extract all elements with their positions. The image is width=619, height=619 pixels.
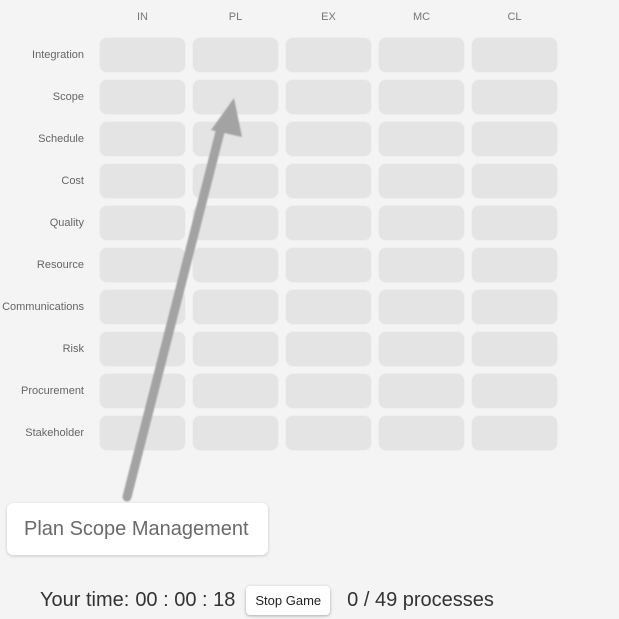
drop-cell-resource-in[interactable] bbox=[100, 248, 185, 282]
row-label-cost: Cost bbox=[61, 175, 84, 187]
drop-cell-risk-mc[interactable] bbox=[379, 332, 464, 366]
drop-cell-stakeholder-ex[interactable] bbox=[286, 416, 371, 450]
drop-cell-risk-pl[interactable] bbox=[193, 332, 278, 366]
stop-game-button[interactable]: Stop Game bbox=[246, 586, 331, 615]
drop-cell-integration-mc[interactable] bbox=[379, 38, 464, 72]
drop-cell-resource-ex[interactable] bbox=[286, 248, 371, 282]
drop-cell-schedule-ex[interactable] bbox=[286, 122, 371, 156]
drop-cell-procurement-cl[interactable] bbox=[472, 374, 557, 408]
drop-cell-schedule-cl[interactable] bbox=[472, 122, 557, 156]
row-label-procurement: Procurement bbox=[21, 385, 84, 397]
footer: Your time: 00 : 00 : 18 Stop Game 0 / 49… bbox=[40, 586, 494, 615]
drop-cell-communications-mc[interactable] bbox=[379, 290, 464, 324]
drop-cell-stakeholder-in[interactable] bbox=[100, 416, 185, 450]
drop-cell-integration-in[interactable] bbox=[100, 38, 185, 72]
time-value: 00 : 00 : 18 bbox=[135, 589, 236, 611]
drop-cell-resource-mc[interactable] bbox=[379, 248, 464, 282]
column-header-ex: EX bbox=[321, 11, 336, 23]
drop-cell-communications-pl[interactable] bbox=[193, 290, 278, 324]
column-header-pl: PL bbox=[228, 11, 243, 23]
drop-cell-communications-in[interactable] bbox=[100, 290, 185, 324]
row-label-integration: Integration bbox=[32, 49, 84, 61]
drop-cell-procurement-mc[interactable] bbox=[379, 374, 464, 408]
drop-cell-resource-pl[interactable] bbox=[193, 248, 278, 282]
drop-cell-stakeholder-cl[interactable] bbox=[472, 416, 557, 450]
drop-cell-quality-cl[interactable] bbox=[472, 206, 557, 240]
drop-cell-cost-cl[interactable] bbox=[472, 164, 557, 198]
drop-cell-procurement-ex[interactable] bbox=[286, 374, 371, 408]
row-label-quality: Quality bbox=[49, 217, 84, 229]
drop-cell-schedule-pl[interactable] bbox=[193, 122, 278, 156]
drop-cell-scope-in[interactable] bbox=[100, 80, 185, 114]
row-label-schedule: Schedule bbox=[38, 133, 84, 145]
drop-cell-quality-in[interactable] bbox=[100, 206, 185, 240]
drop-cell-scope-pl[interactable] bbox=[193, 80, 278, 114]
drop-cell-integration-ex[interactable] bbox=[286, 38, 371, 72]
drop-cell-risk-ex[interactable] bbox=[286, 332, 371, 366]
drop-cell-communications-cl[interactable] bbox=[472, 290, 557, 324]
row-label-risk: Risk bbox=[62, 343, 84, 355]
drop-cell-stakeholder-pl[interactable] bbox=[193, 416, 278, 450]
column-header-mc: MC bbox=[412, 11, 431, 23]
drop-cell-quality-mc[interactable] bbox=[379, 206, 464, 240]
drop-cell-cost-in[interactable] bbox=[100, 164, 185, 198]
drop-cell-integration-pl[interactable] bbox=[193, 38, 278, 72]
drop-cell-quality-pl[interactable] bbox=[193, 206, 278, 240]
progress-text: 0 / 49 processes bbox=[347, 589, 494, 611]
drop-cell-stakeholder-mc[interactable] bbox=[379, 416, 464, 450]
column-header-in: IN bbox=[137, 11, 148, 23]
drop-cell-procurement-pl[interactable] bbox=[193, 374, 278, 408]
drop-cell-cost-ex[interactable] bbox=[286, 164, 371, 198]
drop-cell-scope-cl[interactable] bbox=[472, 80, 557, 114]
drop-cell-cost-pl[interactable] bbox=[193, 164, 278, 198]
column-header-cl: CL bbox=[507, 11, 522, 23]
row-label-resource: Resource bbox=[36, 259, 84, 271]
drop-cell-risk-in[interactable] bbox=[100, 332, 185, 366]
drop-cell-resource-cl[interactable] bbox=[472, 248, 557, 282]
drop-cell-cost-mc[interactable] bbox=[379, 164, 464, 198]
drop-cell-schedule-in[interactable] bbox=[100, 122, 185, 156]
drop-cell-integration-cl[interactable] bbox=[472, 38, 557, 72]
drop-cell-quality-ex[interactable] bbox=[286, 206, 371, 240]
drop-cell-communications-ex[interactable] bbox=[286, 290, 371, 324]
drop-cell-scope-ex[interactable] bbox=[286, 80, 371, 114]
drop-cell-procurement-in[interactable] bbox=[100, 374, 185, 408]
drop-cell-schedule-mc[interactable] bbox=[379, 122, 464, 156]
drop-cell-scope-mc[interactable] bbox=[379, 80, 464, 114]
row-label-stakeholder: Stakeholder bbox=[25, 427, 84, 439]
drop-cell-risk-cl[interactable] bbox=[472, 332, 557, 366]
process-card[interactable]: Plan Scope Management bbox=[7, 503, 268, 555]
row-label-scope: Scope bbox=[52, 91, 84, 103]
row-label-communications: Communications bbox=[2, 301, 84, 313]
time-label: Your time: bbox=[40, 589, 130, 611]
